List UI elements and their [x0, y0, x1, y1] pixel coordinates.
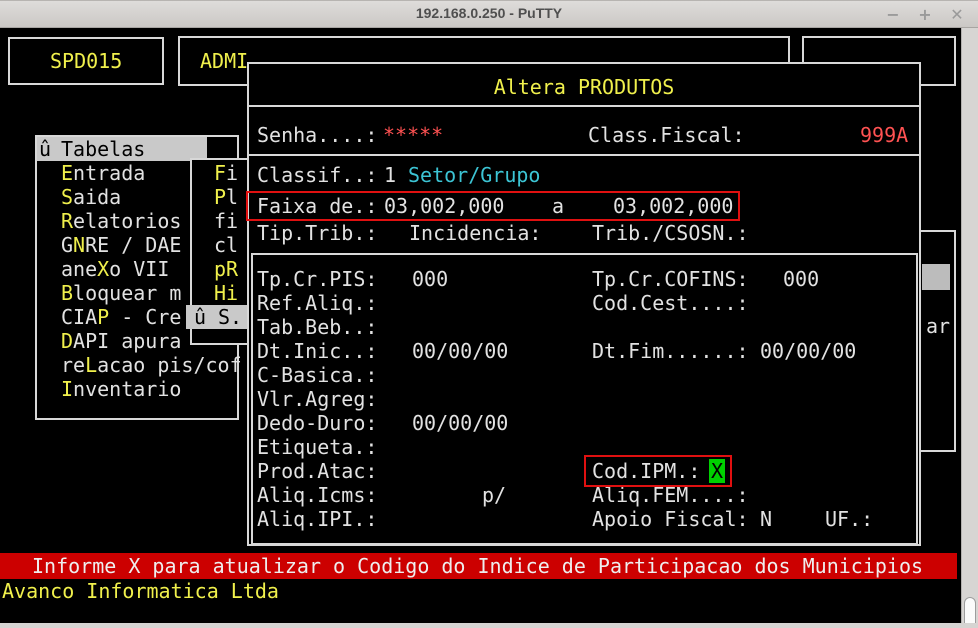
menu-item-relatorios[interactable]: Relatorios	[61, 209, 181, 233]
tab-beb-label: Tab.Beb..:	[257, 315, 378, 339]
terminal-scrollbar[interactable]	[961, 28, 978, 628]
c-basica-label: C-Basica.:	[257, 363, 378, 387]
dialog-divider	[249, 154, 919, 156]
ref-aliq-label: Ref.Aliq.:	[257, 291, 378, 315]
uf-label: UF.:	[825, 507, 874, 531]
class-fiscal-value[interactable]: 999A	[860, 123, 908, 147]
senha-label: Senha....:	[257, 123, 378, 147]
menu-item-ciap[interactable]: CIAP - Cre	[61, 305, 181, 329]
putty-window: 192.168.0.250 - PuTTY − + ✕ SPD015 ADMI …	[0, 0, 978, 628]
faixa-highlight-box	[246, 191, 740, 221]
submenu-item-hi[interactable]: Hi	[214, 281, 238, 305]
cod-cest-label: Cod.Cest....:	[592, 291, 749, 315]
tp-cr-cofins-value[interactable]: 000	[783, 267, 819, 291]
tp-cr-pis-value[interactable]: 000	[412, 267, 448, 291]
menu-item-label: Tabelas	[61, 137, 146, 161]
background-scrollbar-thumb	[922, 264, 950, 290]
menu-item-saida[interactable]: Saida	[61, 185, 121, 209]
selected-marker: û	[39, 137, 52, 161]
dt-fim-value[interactable]: 00/00/00	[760, 339, 856, 363]
vlr-agreg-label: Vlr.Agreg:	[257, 387, 378, 411]
menu-item-anexo-vii[interactable]: aneXo VII	[61, 257, 169, 281]
minimize-button[interactable]: −	[880, 3, 906, 27]
submenu-item-fi[interactable]: Fi	[214, 161, 238, 185]
cod-ipm-input[interactable]: X	[709, 459, 725, 483]
selected-marker: û	[194, 305, 207, 329]
aliq-icms-per-label: p/	[482, 483, 507, 507]
senha-value[interactable]: *****	[383, 123, 443, 147]
company-footer: Avanco Informatica Ltda	[2, 579, 279, 603]
dt-inic-label: Dt.Inic..:	[257, 339, 378, 363]
close-button[interactable]: ✕	[944, 3, 970, 27]
dedo-duro-label: Dedo-Duro:	[257, 411, 378, 435]
menu-item-tabelas-selected[interactable]: û Tabelas	[37, 137, 207, 161]
submenu-item-pl[interactable]: Pl	[214, 185, 238, 209]
module-label: ADMI	[200, 49, 249, 73]
window-frame-bottom	[0, 623, 978, 628]
menu-item-dapi[interactable]: DAPI apura	[61, 329, 181, 353]
menu-item-gnre-dae[interactable]: GNRE / DAE	[61, 233, 181, 257]
window-title: 192.168.0.250 - PuTTY	[415, 5, 563, 21]
submenu-item-cl[interactable]: cl	[214, 233, 238, 257]
status-message: Informe X para atualizar o Codigo do Ind…	[32, 554, 924, 578]
submenu-item-label: S.	[218, 305, 243, 329]
program-code: SPD015	[50, 49, 123, 73]
window-titlebar[interactable]: 192.168.0.250 - PuTTY − + ✕	[0, 0, 978, 28]
tp-cr-cofins-label: Tp.Cr.COFINS:	[592, 267, 749, 291]
menu-item-inventario[interactable]: Inventario	[61, 377, 181, 401]
submenu-item-fi2[interactable]: fi	[214, 209, 238, 233]
prod-atac-label: Prod.Atac:	[257, 459, 378, 483]
tp-cr-pis-label: Tp.Cr.PIS:	[257, 267, 378, 291]
aliq-ipi-label: Aliq.IPI.:	[257, 507, 378, 531]
etiqueta-label: Etiqueta.:	[257, 435, 378, 459]
class-fiscal-label: Class.Fiscal:	[588, 123, 745, 147]
dt-inic-value[interactable]: 00/00/00	[412, 339, 508, 363]
classif-label: Classif..:	[257, 163, 378, 187]
status-bar: Informe X para atualizar o Codigo do Ind…	[0, 553, 957, 579]
trib-csosn-label: Trib./CSOSN.:	[592, 221, 749, 245]
dedo-duro-value[interactable]: 00/00/00	[412, 411, 508, 435]
menu-item-bloquear[interactable]: Bloquear m	[61, 281, 181, 305]
menu-item-entrada[interactable]: Entrada	[61, 161, 145, 185]
classif-value[interactable]: 1	[384, 163, 396, 187]
dt-fim-label: Dt.Fim......:	[592, 339, 749, 363]
maximize-button[interactable]: +	[912, 3, 938, 27]
classif-type: Setor/Grupo	[408, 163, 541, 187]
dialog-divider	[249, 105, 919, 107]
background-window-text: ar	[926, 314, 951, 338]
aliq-icms-label: Aliq.Icms:	[257, 483, 378, 507]
submenu-item-pr[interactable]: pR	[214, 257, 238, 281]
apoio-fiscal-value[interactable]: N	[760, 507, 772, 531]
menu-item-relacao-pis-cofins[interactable]: reLacao pis/cof	[61, 353, 242, 377]
tip-trib-label: Tip.Trib.:	[257, 221, 378, 245]
apoio-fiscal-label: Apoio Fiscal:	[592, 507, 749, 531]
dialog-title: Altera PRODUTOS	[493, 75, 675, 99]
incidencia-label: Incidencia:	[409, 221, 542, 245]
altera-produtos-dialog: Altera PRODUTOS Senha....: ***** Class.F…	[246, 62, 921, 546]
